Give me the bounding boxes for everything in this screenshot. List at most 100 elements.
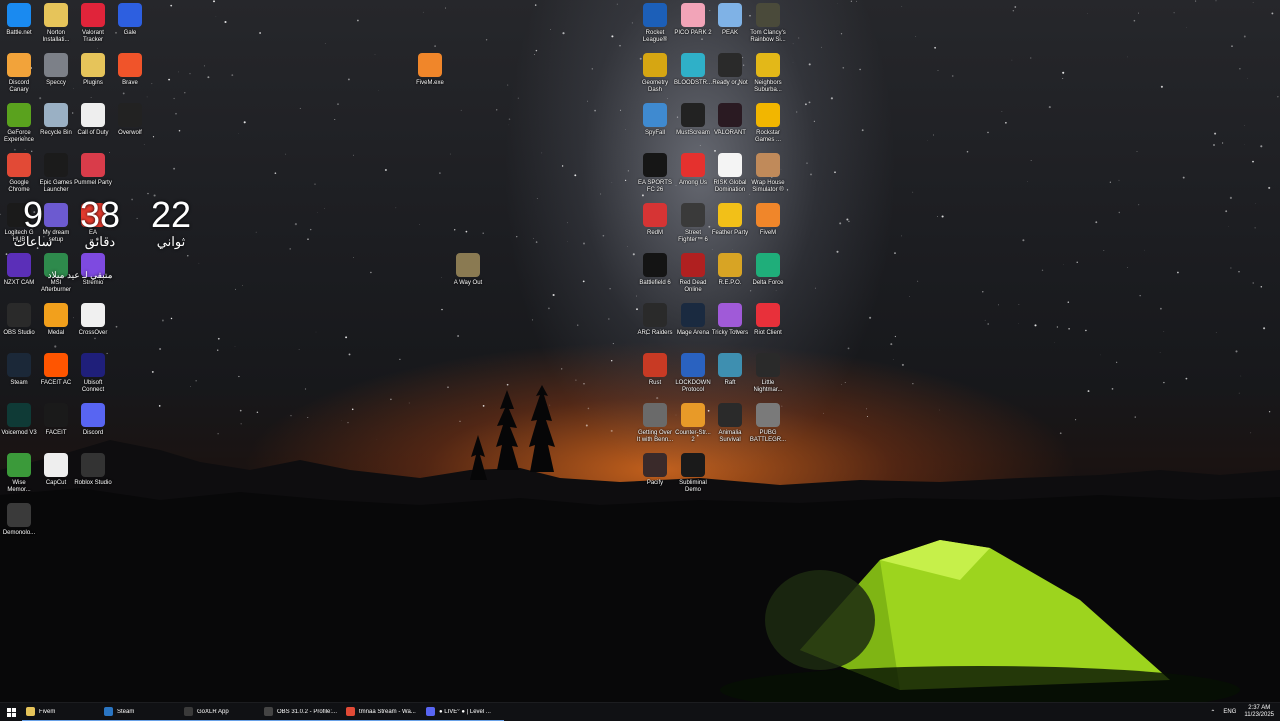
desktop-icon[interactable]: Norton Installati...: [37, 3, 75, 44]
desktop-icon[interactable]: Ubisoft Connect: [74, 353, 112, 394]
desktop-icon-label: CapCut: [37, 480, 75, 487]
taskbar-app-button[interactable]: Steam: [100, 703, 180, 721]
desktop-icon[interactable]: PICO PARK 2: [674, 3, 712, 37]
desktop-icon[interactable]: Epic Games Launcher: [37, 153, 75, 194]
demonologist-icon: [7, 503, 31, 527]
desktop-icon[interactable]: Geometry Dash: [636, 53, 674, 94]
taskbar-app-button[interactable]: GoXLR App: [180, 703, 260, 721]
desktop-icon[interactable]: ARC Raiders: [636, 303, 674, 337]
desktop-icon[interactable]: Among Us: [674, 153, 712, 187]
rockstar-icon: [756, 103, 780, 127]
desktop-icon[interactable]: FACEIT: [37, 403, 75, 437]
desktop-icon[interactable]: RedM: [636, 203, 674, 237]
ready-or-not-icon: [718, 53, 742, 77]
desktop-icon[interactable]: Street Fighter™ 6: [674, 203, 712, 244]
desktop-icon[interactable]: SpyFall: [636, 103, 674, 137]
desktop-icon-label: BLOODSTR...: [674, 80, 712, 87]
desktop-icon[interactable]: Wise Memor...: [0, 453, 38, 494]
desktop-icon[interactable]: Pummel Party: [74, 153, 112, 187]
desktop-icon[interactable]: EA SPORTS FC 26: [636, 153, 674, 194]
desktop-icon[interactable]: Feather Party: [711, 203, 749, 237]
desktop-icon[interactable]: Demonolo...: [0, 503, 38, 537]
desktop-icon-label: Voicemod V3: [0, 430, 38, 437]
bloodstrike-icon: [681, 53, 705, 77]
desktop-icon[interactable]: Recycle Bin: [37, 103, 75, 137]
desktop-icon[interactable]: Pacify: [636, 453, 674, 487]
desktop-icon[interactable]: Mage Arena: [674, 303, 712, 337]
desktop-icon[interactable]: Medal: [37, 303, 75, 337]
desktop-icon[interactable]: Voicemod V3: [0, 403, 38, 437]
desktop-icon[interactable]: Tricky Towers: [711, 303, 749, 337]
desktop-icon[interactable]: Speccy: [37, 53, 75, 87]
desktop-icon-label: PEAK: [711, 30, 749, 37]
desktop-icon[interactable]: Counter-Str... 2: [674, 403, 712, 444]
desktop-icon[interactable]: FiveM.exe: [411, 53, 449, 87]
desktop-icon[interactable]: Rocket League®: [636, 3, 674, 44]
desktop-icon[interactable]: Plugins: [74, 53, 112, 87]
taskbar-app-button[interactable]: tmnaa Stream - Wa...: [342, 703, 422, 721]
desktop-icon[interactable]: OBS Studio: [0, 303, 38, 337]
desktop-icon[interactable]: Discord: [74, 403, 112, 437]
desktop-icon[interactable]: FiveM: [749, 203, 787, 237]
chrome-icon: [346, 707, 355, 716]
desktop-icon[interactable]: MustScream: [674, 103, 712, 137]
desktop-icon[interactable]: Rockstar Games ...: [749, 103, 787, 144]
ea-fc-icon: [643, 153, 667, 177]
language-indicator[interactable]: ENG: [1223, 709, 1236, 715]
desktop-icon[interactable]: PEAK: [711, 3, 749, 37]
desktop-icon[interactable]: PUBG BATTLEGR...: [749, 403, 787, 444]
desktop-icon[interactable]: Battle.net: [0, 3, 38, 37]
desktop-icon[interactable]: NZXT CAM: [0, 253, 38, 287]
desktop-icon-label: PUBG BATTLEGR...: [749, 430, 787, 444]
chevron-up-icon[interactable]: ⌃: [1210, 709, 1215, 716]
desktop-icon-label: Roblox Studio: [74, 480, 112, 487]
desktop-icon[interactable]: Steam: [0, 353, 38, 387]
desktop-icon[interactable]: FACEIT AC: [37, 353, 75, 387]
desktop-icon[interactable]: Neighbors Suburba...: [749, 53, 787, 94]
desktop-icon[interactable]: LOCKDOWN Protocol: [674, 353, 712, 394]
desktop-icon[interactable]: Brave: [111, 53, 149, 87]
minutes-label: دقائق: [74, 234, 126, 249]
desktop-icon[interactable]: BLOODSTR...: [674, 53, 712, 87]
desktop-icon[interactable]: Raft: [711, 353, 749, 387]
desktop-icon[interactable]: CapCut: [37, 453, 75, 487]
desktop-icon[interactable]: GeForce Experience: [0, 103, 38, 144]
desktop-icon[interactable]: Roblox Studio: [74, 453, 112, 487]
desktop-icon[interactable]: Battlefield 6: [636, 253, 674, 287]
desktop-icon[interactable]: Wrap House Simulator ®: [749, 153, 787, 194]
desktop-icon[interactable]: Subliminal Demo: [674, 453, 712, 494]
desktop-icon[interactable]: Discord Canary: [0, 53, 38, 94]
desktop-icon[interactable]: Call of Duty: [74, 103, 112, 137]
desktop-icon[interactable]: Valorant Tracker: [74, 3, 112, 44]
desktop-icon[interactable]: Little Nightmar...: [749, 353, 787, 394]
taskbar-app-button[interactable]: ● LIVE° ● | Level ...: [422, 703, 504, 721]
desktop-icon[interactable]: Riot Client: [749, 303, 787, 337]
desktop-icon[interactable]: Gale: [111, 3, 149, 37]
desktop-icon[interactable]: R.E.P.O.: [711, 253, 749, 287]
desktop-icon[interactable]: RISK Global Domination: [711, 153, 749, 194]
start-button[interactable]: [0, 703, 22, 721]
desktop-icon-label: Feather Party: [711, 230, 749, 237]
desktop-icon[interactable]: Overwolf: [111, 103, 149, 137]
desktop-icon[interactable]: A Way Out: [449, 253, 487, 287]
desktop-icon-label: Getting Over It with Benn...: [636, 430, 674, 444]
desktop-icon[interactable]: Rust: [636, 353, 674, 387]
desktop-icon[interactable]: VALORANT: [711, 103, 749, 137]
gale-icon: [118, 3, 142, 27]
desktop-icon[interactable]: Delta Force: [749, 253, 787, 287]
desktop-icon[interactable]: Tom Clancy's Rainbow Si...: [749, 3, 787, 44]
desktop-icon[interactable]: Ready or Not: [711, 53, 749, 87]
clock-button[interactable]: 2:37 AM 11/23/2025: [1244, 705, 1274, 719]
desktop-icon-label: Valorant Tracker: [74, 30, 112, 44]
desktop-icon[interactable]: Getting Over It with Benn...: [636, 403, 674, 444]
hours-label: ساعات: [8, 234, 58, 249]
taskbar-app-button[interactable]: Fivem: [22, 703, 100, 721]
desktop-icon[interactable]: Google Chrome: [0, 153, 38, 194]
desktop-icon[interactable]: CrossOver: [74, 303, 112, 337]
desktop-icon-label: Rockstar Games ...: [749, 130, 787, 144]
taskbar-app-button[interactable]: OBS 31.0.2 - Profile:...: [260, 703, 342, 721]
desktop-icon[interactable]: Animalia Survival: [711, 403, 749, 444]
desktop-icon[interactable]: Red Dead Online: [674, 253, 712, 294]
desktop-icon-label: Rocket League®: [636, 30, 674, 44]
folder-icon: [81, 53, 105, 77]
